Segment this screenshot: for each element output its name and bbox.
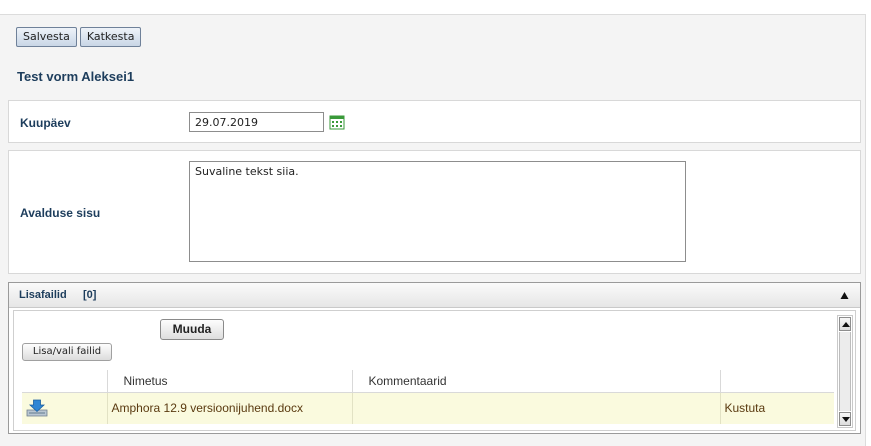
date-row: Kuupäev (8, 100, 861, 143)
scroll-down-button[interactable] (839, 412, 851, 426)
attachments-panel: Lisafailid [0] Muuda Lisa/vali failid Ni… (8, 282, 861, 434)
scroll-up-button[interactable] (839, 317, 851, 331)
edit-button[interactable]: Muuda (160, 319, 224, 340)
toolbar: Salvesta Katkesta (16, 27, 142, 47)
attachments-body: Muuda Lisa/vali failid Nimetus Kommentaa… (13, 310, 856, 431)
column-header-name: Nimetus (106, 370, 352, 393)
column-header-icon (22, 370, 107, 393)
cancel-button[interactable]: Katkesta (79, 27, 142, 47)
arrow-up-icon (842, 322, 850, 327)
content-row: Avalduse sisu Suvaline tekst siia. (8, 150, 861, 274)
files-table: Nimetus Kommentaarid Amphora 12.9 versio… (22, 370, 834, 424)
date-input[interactable] (189, 112, 324, 132)
content-textarea[interactable]: Suvaline tekst siia. (189, 161, 686, 262)
form-title: Test vorm Aleksei1 (17, 69, 135, 84)
file-icon-cell (22, 392, 107, 424)
date-label: Kuupäev (20, 116, 71, 130)
download-icon[interactable] (26, 399, 48, 417)
calendar-icon[interactable] (329, 114, 345, 130)
file-name-cell[interactable]: Amphora 12.9 versioonijuhend.docx (106, 392, 352, 424)
arrow-down-icon (842, 417, 850, 422)
save-button[interactable]: Salvesta (16, 27, 77, 47)
add-files-button[interactable]: Lisa/vali failid (22, 343, 112, 361)
form-page: Salvesta Katkesta Test vorm Aleksei1 Kuu… (0, 14, 866, 446)
attachments-title: Lisafailid (19, 289, 67, 301)
attachments-header[interactable]: Lisafailid [0] (9, 283, 860, 308)
file-comment-cell (351, 392, 720, 424)
column-header-comments: Kommentaarid (351, 370, 720, 393)
attachments-count: [0] (83, 289, 97, 301)
scroll-track[interactable] (839, 332, 851, 411)
vertical-scrollbar[interactable] (837, 315, 853, 428)
files-table-header: Nimetus Kommentaarid (22, 370, 834, 393)
column-header-action (719, 370, 834, 393)
triangle-up-icon[interactable] (840, 291, 849, 300)
content-label: Avalduse sisu (20, 206, 101, 220)
table-row: Amphora 12.9 versioonijuhend.docx Kustut… (22, 392, 834, 424)
delete-link[interactable]: Kustuta (719, 392, 834, 424)
